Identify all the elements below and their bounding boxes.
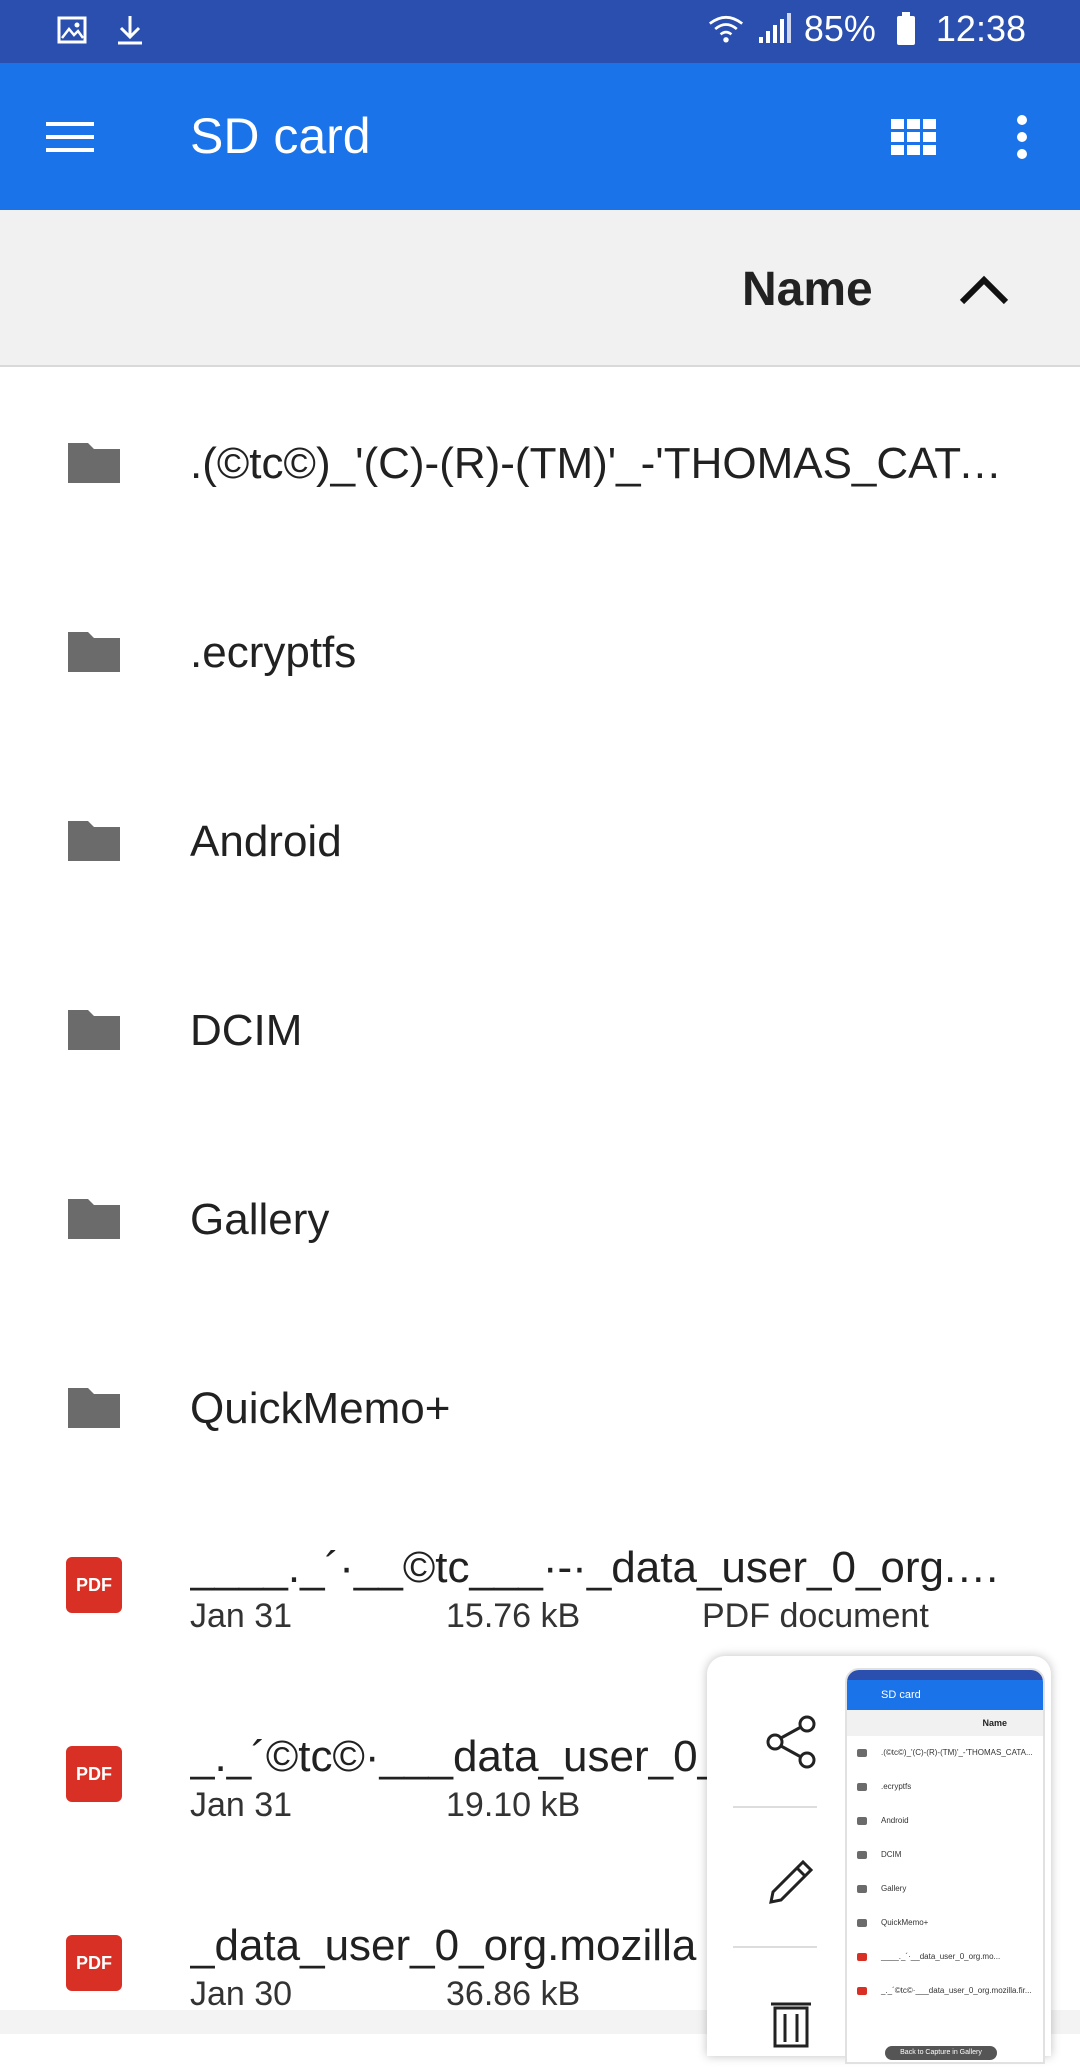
folder-icon	[68, 1388, 120, 1428]
navigation-drawer-button[interactable]	[42, 109, 98, 165]
grid-view-button[interactable]	[884, 107, 944, 167]
item-date: Jan 31	[190, 1786, 293, 1824]
item-name: DCIM	[190, 1006, 303, 1055]
list-item[interactable]: QuickMemo+	[0, 1312, 1080, 1501]
thumb-row: .ecryptfs	[847, 1770, 1043, 1804]
thumb-row: .(©tc©)_'(C)-(R)-(TM)'_-'THOMAS_CATA...	[847, 1736, 1043, 1770]
folder-icon	[68, 821, 120, 861]
divider	[733, 1946, 817, 1948]
item-name: ____._´·__©tc___·-·_data_user_0_org.mo…	[190, 1543, 1030, 1592]
item-size: 19.10 kB	[446, 1786, 581, 1824]
item-name: Gallery	[190, 1195, 330, 1244]
signal-icon	[756, 11, 792, 47]
list-item[interactable]: .ecryptfs	[0, 556, 1080, 745]
edit-button[interactable]	[749, 1840, 833, 1924]
item-name: .(©tc©)_'(C)-(R)-(TM)'_-'THOMAS_CATA…	[190, 439, 1030, 488]
page-title: SD card	[190, 108, 371, 164]
pencil-icon	[769, 1859, 814, 1904]
screenshot-thumbnail[interactable]: SD card Name .(©tc©)_'(C)-(R)-(TM)'_-'TH…	[845, 1668, 1045, 2064]
pdf-icon: PDF	[66, 1746, 122, 1802]
share-icon	[766, 1715, 816, 1769]
folder-icon	[68, 632, 120, 672]
item-date: Jan 31	[190, 1597, 293, 1635]
sort-header[interactable]: Name	[0, 210, 1080, 367]
item-name: Android	[190, 817, 342, 866]
item-type: PDF document	[702, 1597, 929, 1635]
more-options-button[interactable]	[1000, 107, 1044, 167]
list-item[interactable]: Android	[0, 745, 1080, 934]
app-bar: SD card	[0, 63, 1080, 210]
share-button[interactable]	[749, 1700, 833, 1784]
image-notification-icon	[54, 12, 90, 48]
download-notification-icon	[112, 12, 148, 48]
hamburger-menu-icon	[46, 122, 94, 152]
clock: 12:38	[935, 8, 1026, 49]
thumb-status-bar	[847, 1670, 1043, 1680]
battery-icon	[888, 11, 924, 47]
list-item[interactable]: Gallery	[0, 1123, 1080, 1312]
thumb-toast: Back to Capture in Gallery	[885, 2046, 997, 2060]
list-item[interactable]: DCIM	[0, 934, 1080, 1123]
item-date: Jan 30	[190, 1975, 293, 2013]
thumb-title: SD card	[847, 1680, 1043, 1710]
pdf-icon: PDF	[66, 1557, 122, 1613]
thumb-row: DCIM	[847, 1838, 1043, 1872]
delete-button[interactable]	[749, 1978, 833, 2062]
list-item[interactable]: .(©tc©)_'(C)-(R)-(TM)'_-'THOMAS_CATA…	[0, 367, 1080, 556]
thumb-row: _._´©tc©·___data_user_0_org.mozilla.fir.…	[847, 1974, 1043, 2008]
thumb-row: QuickMemo+	[847, 1906, 1043, 1940]
status-bar: 85% 12:38	[0, 0, 1080, 63]
chevron-up-icon[interactable]	[956, 268, 1012, 312]
item-size: 36.86 kB	[446, 1975, 581, 2013]
battery-percentage: 85%	[803, 8, 876, 49]
thumb-row: ____._´·__data_user_0_org.mo...	[847, 1940, 1043, 1974]
item-size: 15.76 kB	[446, 1597, 581, 1635]
grid-view-icon	[891, 119, 936, 155]
pdf-icon: PDF	[66, 1935, 122, 1991]
screenshot-preview-panel: SD card Name .(©tc©)_'(C)-(R)-(TM)'_-'TH…	[707, 1656, 1051, 2064]
folder-icon	[68, 1010, 120, 1050]
folder-icon	[68, 443, 120, 483]
thumb-row: Android	[847, 1804, 1043, 1838]
thumb-sort-label: Name	[847, 1710, 1043, 1736]
folder-icon	[68, 1199, 120, 1239]
trash-icon	[771, 2002, 811, 2048]
sort-label[interactable]: Name	[742, 262, 873, 317]
wifi-icon	[708, 11, 744, 47]
divider	[733, 1806, 817, 1808]
item-name: .ecryptfs	[190, 628, 357, 677]
item-name: QuickMemo+	[190, 1384, 451, 1433]
more-vert-icon	[1017, 115, 1027, 159]
thumb-row: Gallery	[847, 1872, 1043, 1906]
